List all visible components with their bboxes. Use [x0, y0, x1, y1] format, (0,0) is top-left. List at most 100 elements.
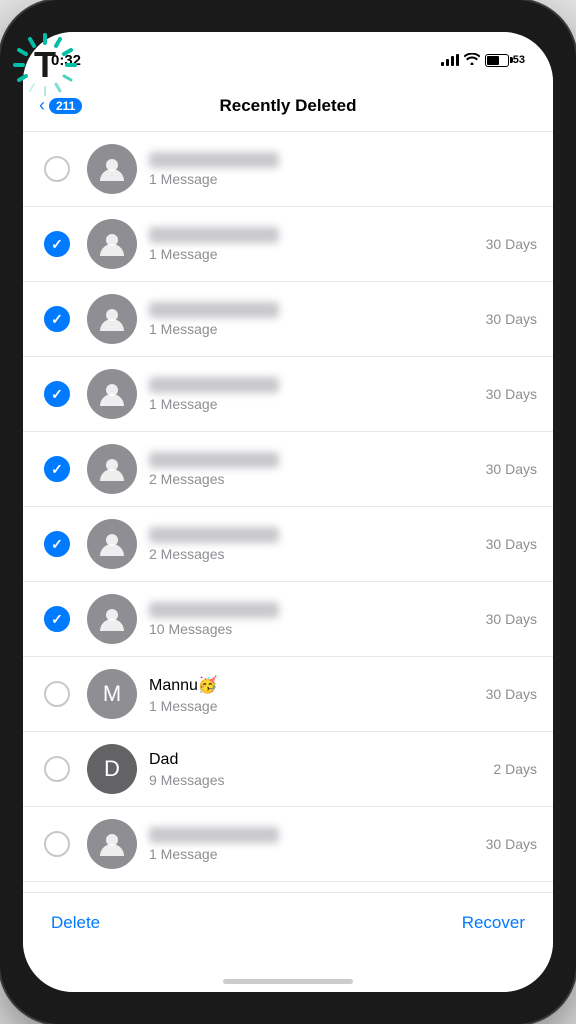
checkbox-area: ✓: [39, 231, 75, 257]
battery-text: 53: [513, 54, 525, 66]
watermark-logo: T: [10, 30, 80, 100]
message-count: 1 Message: [149, 396, 478, 412]
list-item[interactable]: ✓ 2 Messages 30 Days: [23, 507, 553, 582]
checkbox[interactable]: [44, 831, 70, 857]
person-icon: [98, 305, 126, 333]
person-icon: [98, 230, 126, 258]
nav-title: Recently Deleted: [220, 96, 357, 116]
bottom-toolbar: Delete Recover: [23, 892, 553, 962]
list-item[interactable]: ✓ 2 Messages 30 Days: [23, 432, 553, 507]
list-item[interactable]: D Dad 9 Messages 2 Days: [23, 732, 553, 807]
blurred-name: [149, 302, 279, 318]
checkmark-icon: ✓: [51, 536, 63, 553]
message-time: 30 Days: [486, 536, 537, 552]
blurred-name: [149, 827, 279, 843]
checkmark-icon: ✓: [51, 386, 63, 403]
message-count: 1 Message: [149, 321, 478, 337]
checkbox[interactable]: [44, 681, 70, 707]
message-info: 1 Message: [149, 827, 478, 862]
list-item[interactable]: 1 Message: [23, 132, 553, 207]
list-item[interactable]: 1 Message 30 Days: [23, 807, 553, 882]
blurred-name: [149, 377, 279, 393]
checkbox[interactable]: ✓: [44, 456, 70, 482]
checkbox-area: ✓: [39, 456, 75, 482]
message-info: 10 Messages: [149, 602, 478, 637]
blurred-name: [149, 452, 279, 468]
message-info: Dad 9 Messages: [149, 751, 485, 788]
avatar: [87, 219, 137, 269]
person-icon: [98, 380, 126, 408]
message-name: [149, 602, 478, 618]
checkmark-icon: ✓: [51, 461, 63, 478]
message-name: [149, 827, 478, 843]
message-time: 2 Days: [493, 761, 537, 777]
message-info: 2 Messages: [149, 527, 478, 562]
message-name: [149, 302, 478, 318]
checkbox[interactable]: ✓: [44, 606, 70, 632]
blurred-name: [149, 527, 279, 543]
checkbox[interactable]: [44, 756, 70, 782]
message-time: 30 Days: [486, 311, 537, 327]
recover-button[interactable]: Recover: [462, 905, 525, 941]
message-count: 9 Messages: [149, 772, 485, 788]
list-item[interactable]: ✓ 10 Messages 30 Days: [23, 582, 553, 657]
avatar: D: [87, 744, 137, 794]
message-name: Dad: [149, 751, 485, 769]
checkbox[interactable]: [44, 156, 70, 182]
message-time: 30 Days: [486, 611, 537, 627]
person-icon: [98, 830, 126, 858]
message-count: 2 Messages: [149, 471, 478, 487]
status-bar: 0:32 53: [23, 32, 553, 80]
notch: [223, 0, 353, 28]
watermark: T: [10, 30, 80, 100]
message-name: [149, 377, 478, 393]
message-name: [149, 452, 478, 468]
message-info: 2 Messages: [149, 452, 478, 487]
message-time: 30 Days: [486, 461, 537, 477]
message-list[interactable]: 1 Message ✓ 1 Message 30 Days ✓ 1 Message 30…: [23, 132, 553, 892]
checkbox-area: ✓: [39, 531, 75, 557]
avatar: [87, 369, 137, 419]
list-item[interactable]: MMannu🥳1 Message30 Days: [23, 657, 553, 732]
list-item[interactable]: ✓ 1 Message30 Days: [23, 207, 553, 282]
message-count: 2 Messages: [149, 546, 478, 562]
watermark-letter: T: [34, 44, 56, 86]
blurred-name: [149, 152, 279, 168]
list-item[interactable]: ✓ 1 Message 30 Days: [23, 282, 553, 357]
message-info: 1 Message: [149, 302, 478, 337]
message-name: [149, 152, 537, 168]
checkmark-icon: ✓: [51, 311, 63, 328]
checkbox-area: ✓: [39, 306, 75, 332]
checkbox[interactable]: ✓: [44, 531, 70, 557]
battery-fill: [487, 56, 499, 65]
home-bar: [223, 979, 353, 984]
checkmark-icon: ✓: [51, 236, 63, 253]
battery-container: 53: [485, 54, 525, 67]
screen: 0:32 53: [23, 32, 553, 992]
message-time: 30 Days: [486, 836, 537, 852]
checkmark-icon: ✓: [51, 611, 63, 628]
list-item[interactable]: ✓ 1 Message30 Days: [23, 357, 553, 432]
message-time: 30 Days: [486, 686, 537, 702]
message-name: [149, 227, 478, 243]
checkbox-area: ✓: [39, 606, 75, 632]
avatar: [87, 294, 137, 344]
avatar: [87, 444, 137, 494]
checkbox-area: [39, 156, 75, 182]
message-name: Mannu🥳: [149, 675, 478, 695]
person-icon: [98, 605, 126, 633]
avatar: M: [87, 669, 137, 719]
blurred-name: [149, 227, 279, 243]
checkbox[interactable]: ✓: [44, 381, 70, 407]
checkbox[interactable]: ✓: [44, 231, 70, 257]
checkbox-area: [39, 681, 75, 707]
checkbox[interactable]: ✓: [44, 306, 70, 332]
phone-shell: T 0:32: [0, 0, 576, 1024]
delete-button[interactable]: Delete: [51, 905, 100, 941]
signal-bar-2: [446, 59, 449, 66]
checkbox-area: [39, 831, 75, 857]
home-indicator: [23, 962, 553, 992]
signal-bar-1: [441, 62, 444, 66]
signal-bar-3: [451, 56, 454, 66]
avatar: [87, 594, 137, 644]
